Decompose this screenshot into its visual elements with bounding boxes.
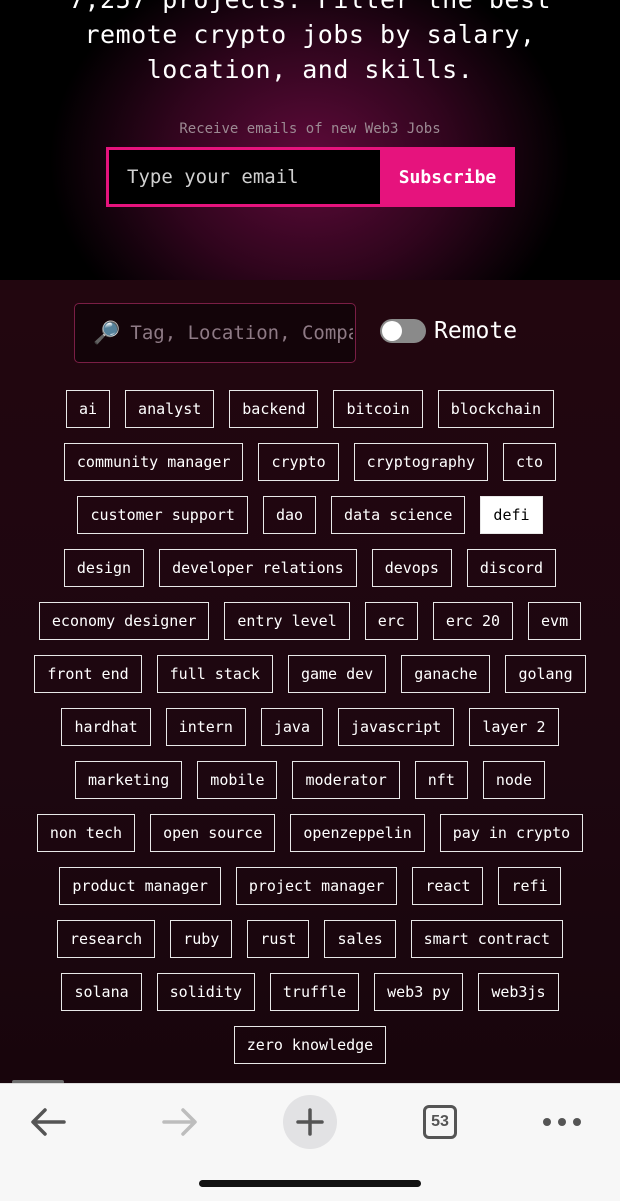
remote-label: Remote (434, 318, 518, 344)
tag-evm[interactable]: evm (528, 602, 582, 640)
tag-web3js[interactable]: web3js (478, 973, 559, 1011)
tag-nft[interactable]: nft (414, 761, 468, 799)
tag-analyst[interactable]: analyst (125, 390, 215, 428)
tag-full-stack[interactable]: full stack (156, 655, 273, 693)
search-icon: 🔎 (93, 320, 121, 346)
tag-blockchain[interactable]: blockchain (437, 390, 555, 428)
subscribe-form: Subscribe (106, 147, 515, 207)
tag-javascript[interactable]: javascript (338, 708, 455, 746)
toggle-knob (382, 321, 402, 341)
filters-section: 🔎 Remote ai analyst backend bitcoin blockcha… (0, 280, 620, 1083)
more-button[interactable] (532, 1094, 592, 1150)
tag-intern[interactable]: intern (165, 708, 246, 746)
tag-golang[interactable]: golang (505, 655, 586, 693)
tag-pay-in-crypto[interactable]: pay in crypto (439, 814, 584, 852)
tag-moderator[interactable]: moderator (292, 761, 400, 799)
tag-cryptography[interactable]: cryptography (353, 443, 488, 481)
tag-solana[interactable]: solana (61, 973, 142, 1011)
tag-front-end[interactable]: front end (34, 655, 142, 693)
tabs-icon: 53 (423, 1105, 457, 1139)
plus-icon (296, 1108, 324, 1136)
tabs-button[interactable]: 53 (410, 1094, 470, 1150)
tag-customer-support[interactable]: customer support (77, 496, 248, 534)
tag-erc[interactable]: erc (364, 602, 418, 640)
back-button[interactable] (18, 1094, 78, 1150)
tag-solidity[interactable]: solidity (156, 973, 255, 1011)
home-indicator (199, 1180, 421, 1187)
remote-toggle[interactable]: Remote (380, 318, 517, 344)
tag-entry-level[interactable]: entry level (224, 602, 350, 640)
email-hint: Receive emails of new Web3 Jobs (179, 121, 441, 137)
tag-smart-contract[interactable]: smart contract (410, 920, 564, 958)
tag-project-manager[interactable]: project manager (235, 867, 398, 905)
tag-mobile[interactable]: mobile (197, 761, 278, 799)
tag-ruby[interactable]: ruby (170, 920, 233, 958)
tag-cloud: ai analyst backend bitcoin blockchain communi… (30, 390, 590, 1064)
tag-dao[interactable]: dao (262, 496, 317, 534)
tag-product-manager[interactable]: product manager (59, 867, 221, 905)
tag-game-dev[interactable]: game dev (287, 655, 387, 693)
tag-cto[interactable]: cto (503, 443, 557, 481)
tag-community-manager[interactable]: community manager (63, 443, 244, 481)
tag-devops[interactable]: devops (371, 549, 452, 587)
tag-sales[interactable]: sales (324, 920, 396, 958)
more-dots-icon (543, 1118, 581, 1126)
tag-layer-2[interactable]: layer 2 (469, 708, 559, 746)
tag-refi[interactable]: refi (498, 867, 561, 905)
subscribe-button[interactable]: Subscribe (380, 147, 515, 207)
tag-discord[interactable]: discord (466, 549, 557, 587)
search-box[interactable]: 🔎 (74, 303, 356, 363)
tag-openzeppelin[interactable]: openzeppelin (290, 814, 425, 852)
tag-economy-designer[interactable]: economy designer (38, 602, 210, 640)
tag-open-source[interactable]: open source (150, 814, 276, 852)
tag-design[interactable]: design (63, 549, 145, 587)
tag-erc-20[interactable]: erc 20 (432, 602, 514, 640)
tag-defi[interactable]: defi (480, 496, 543, 534)
tag-bitcoin[interactable]: bitcoin (333, 390, 423, 428)
tag-node[interactable]: node (482, 761, 545, 799)
tag-java[interactable]: java (260, 708, 323, 746)
tag-marketing[interactable]: marketing (75, 761, 183, 799)
tag-zero-knowledge[interactable]: zero knowledge (233, 1026, 387, 1064)
email-input[interactable] (106, 147, 380, 207)
tag-rust[interactable]: rust (247, 920, 310, 958)
new-tab-circle (283, 1095, 337, 1149)
hero-heading: 7,257 projects. Filter the best remote c… (69, 0, 551, 84)
tag-ai[interactable]: ai (65, 390, 111, 428)
tab-count: 53 (431, 1113, 449, 1130)
forward-arrow-icon (162, 1108, 197, 1136)
tag-truffle[interactable]: truffle (269, 973, 360, 1011)
tag-web3-py[interactable]: web3 py (374, 973, 464, 1011)
search-input[interactable] (128, 321, 355, 345)
tag-research[interactable]: research (56, 920, 156, 958)
hero-section: 7,257 projects. Filter the best remote c… (0, 0, 620, 280)
tag-data-science[interactable]: data science (331, 496, 466, 534)
forward-button[interactable] (150, 1094, 210, 1150)
tag-ganache[interactable]: ganache (401, 655, 491, 693)
toggle-switch[interactable] (380, 319, 426, 343)
tag-non-tech[interactable]: non tech (36, 814, 136, 852)
tag-developer-relations[interactable]: developer relations (159, 549, 357, 587)
new-tab-button[interactable] (280, 1094, 340, 1150)
back-arrow-icon (31, 1108, 66, 1136)
tag-hardhat[interactable]: hardhat (61, 708, 151, 746)
tag-backend[interactable]: backend (229, 390, 319, 428)
tag-crypto[interactable]: crypto (258, 443, 339, 481)
tag-react[interactable]: react (412, 867, 484, 905)
